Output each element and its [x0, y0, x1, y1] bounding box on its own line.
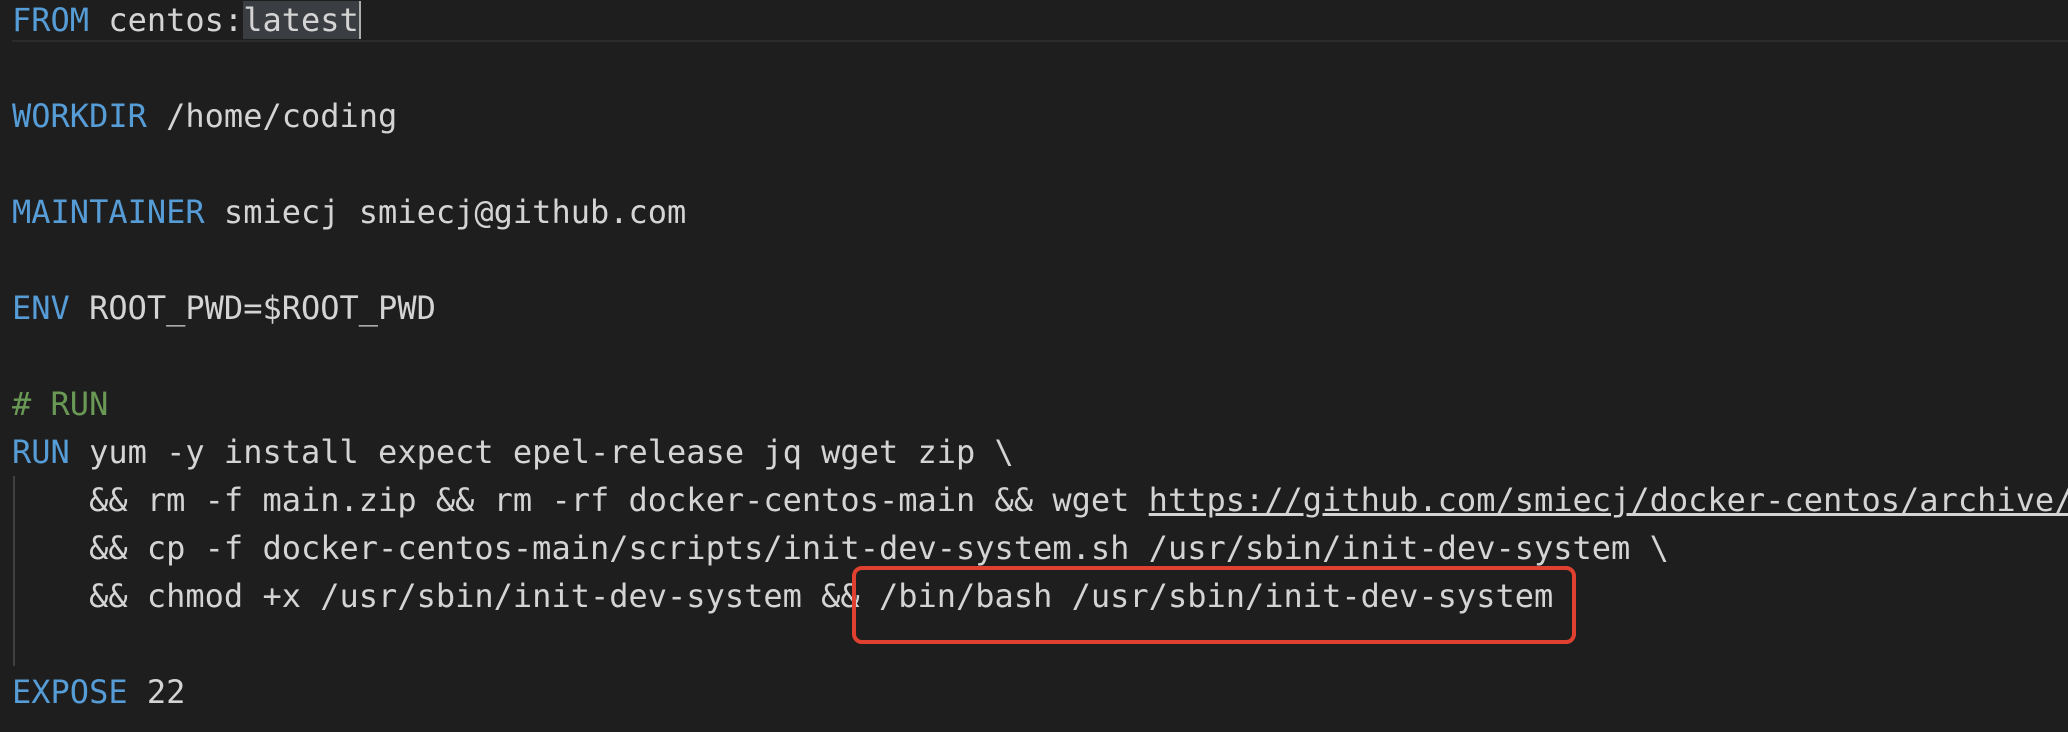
code-text: && cp -f docker-centos-main/scripts/init… — [12, 529, 1669, 567]
code-line-9[interactable]: # RUN — [12, 384, 108, 432]
code-line-11[interactable]: && rm -f main.zip && rm -rf docker-cento… — [12, 480, 2068, 528]
keyword-from: FROM — [12, 1, 90, 39]
code-line-10[interactable]: RUN yum -y install expect epel-release j… — [12, 432, 1014, 480]
code-text: centos: — [89, 1, 244, 39]
code-line-7[interactable]: ENV ROOT_PWD=$ROOT_PWD — [12, 288, 436, 336]
code-line-1[interactable]: FROM centos:latest — [12, 0, 361, 48]
keyword-run: RUN — [12, 433, 70, 471]
selected-text: latest — [243, 1, 361, 39]
code-editor[interactable]: FROM centos:latest WORKDIR /home/coding … — [0, 0, 2068, 732]
code-text: 22 — [127, 673, 186, 711]
keyword-maintainer: MAINTAINER — [12, 193, 205, 231]
code-text: yum -y install expect epel-release jq wg… — [69, 433, 1014, 471]
keyword-env: ENV — [12, 289, 70, 327]
code-text: && rm -f main.zip && rm -rf docker-cento… — [12, 481, 1149, 519]
code-text: smiecj smiecj@github.com — [204, 193, 687, 231]
comment-run: # RUN — [12, 385, 109, 423]
url-link[interactable]: https://github.com/smiecj/docker-centos/… — [1149, 481, 2068, 519]
code-line-15[interactable]: EXPOSE 22 — [12, 672, 185, 720]
code-text: /home/coding — [146, 97, 398, 135]
code-text: ROOT_PWD=$ROOT_PWD — [69, 289, 436, 327]
annotation-highlight-box — [852, 566, 1576, 644]
code-line-5[interactable]: MAINTAINER smiecj smiecj@github.com — [12, 192, 686, 240]
keyword-expose: EXPOSE — [12, 673, 128, 711]
code-line-3[interactable]: WORKDIR /home/coding — [12, 96, 397, 144]
keyword-workdir: WORKDIR — [12, 97, 147, 135]
